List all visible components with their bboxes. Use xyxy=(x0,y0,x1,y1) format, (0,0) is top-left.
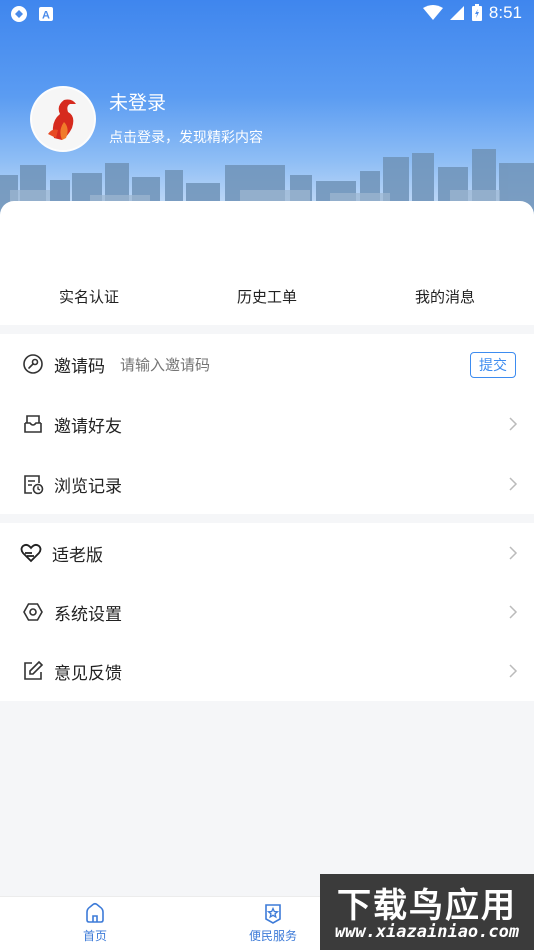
service-icon xyxy=(265,904,281,924)
chevron-right-icon xyxy=(509,417,518,431)
login-status-label[interactable]: 未登录 xyxy=(109,88,166,115)
menu-item-feedback[interactable]: 意见反馈 xyxy=(0,641,534,701)
watermark-title: 下载鸟应用 xyxy=(337,886,517,926)
chevron-right-icon xyxy=(509,664,518,678)
menu-item-invite-friends[interactable]: 邀请好友 xyxy=(0,394,534,454)
chevron-right-icon xyxy=(509,605,518,619)
menu-item-label: 意见反馈 xyxy=(54,664,122,684)
watermark-banner: 下载鸟应用 www.xiazainiao.com xyxy=(320,874,534,950)
chevron-right-icon xyxy=(509,546,518,560)
clock: 8:51 xyxy=(488,3,522,22)
heart-hands-icon xyxy=(20,543,42,563)
app-notification-icon xyxy=(11,6,27,22)
history-icon xyxy=(24,475,44,495)
mail-icon xyxy=(24,415,42,433)
wifi-icon xyxy=(422,5,443,20)
menu-item-label: 系统设置 xyxy=(54,605,122,625)
battery-icon xyxy=(471,4,482,21)
profile-header: A 8:51 未登录 点击登录，发现精彩内容 xyxy=(0,0,534,215)
menu-item-label: 邀请好友 xyxy=(54,417,122,437)
svg-text:A: A xyxy=(42,10,50,22)
tab-convenience-services[interactable]: 便民服务 xyxy=(233,901,313,944)
tab-label: 便民服务 xyxy=(248,929,297,943)
key-icon xyxy=(23,354,43,374)
avatar[interactable] xyxy=(30,86,96,152)
tab-label: 首页 xyxy=(82,929,107,943)
menu-item-label: 浏览记录 xyxy=(54,477,122,497)
menu-item-system-settings[interactable]: 系统设置 xyxy=(0,582,534,642)
status-bar: A 8:51 xyxy=(0,0,534,28)
signal-icon xyxy=(449,6,464,20)
feedback-icon xyxy=(24,660,44,680)
menu-section-settings: 适老版 系统设置 意见反馈 xyxy=(0,523,534,701)
invite-code-row: 邀请码 提交 xyxy=(0,334,534,394)
font-notification-icon: A xyxy=(39,7,53,22)
login-prompt[interactable]: 点击登录，发现精彩内容 xyxy=(109,127,263,147)
phoenix-logo-icon xyxy=(32,88,94,150)
chevron-right-icon xyxy=(509,477,518,491)
submit-button[interactable]: 提交 xyxy=(470,352,516,378)
invite-code-label: 邀请码 xyxy=(54,357,105,377)
invite-code-input[interactable] xyxy=(120,356,320,374)
home-icon xyxy=(86,902,104,923)
menu-item-elderly-mode[interactable]: 适老版 xyxy=(0,523,534,583)
quick-link-messages[interactable]: 我的消息 xyxy=(415,286,475,307)
menu-section-account: 邀请码 提交 邀请好友 浏览记录 xyxy=(0,334,534,514)
settings-icon xyxy=(23,603,43,621)
menu-item-label: 适老版 xyxy=(52,546,103,566)
watermark-url: www.xiazainiao.com xyxy=(334,922,520,942)
tab-home[interactable]: 首页 xyxy=(55,901,135,944)
quick-link-real-name[interactable]: 实名认证 xyxy=(59,286,119,307)
quick-link-history-orders[interactable]: 历史工单 xyxy=(237,286,297,307)
menu-item-browse-history[interactable]: 浏览记录 xyxy=(0,454,534,514)
